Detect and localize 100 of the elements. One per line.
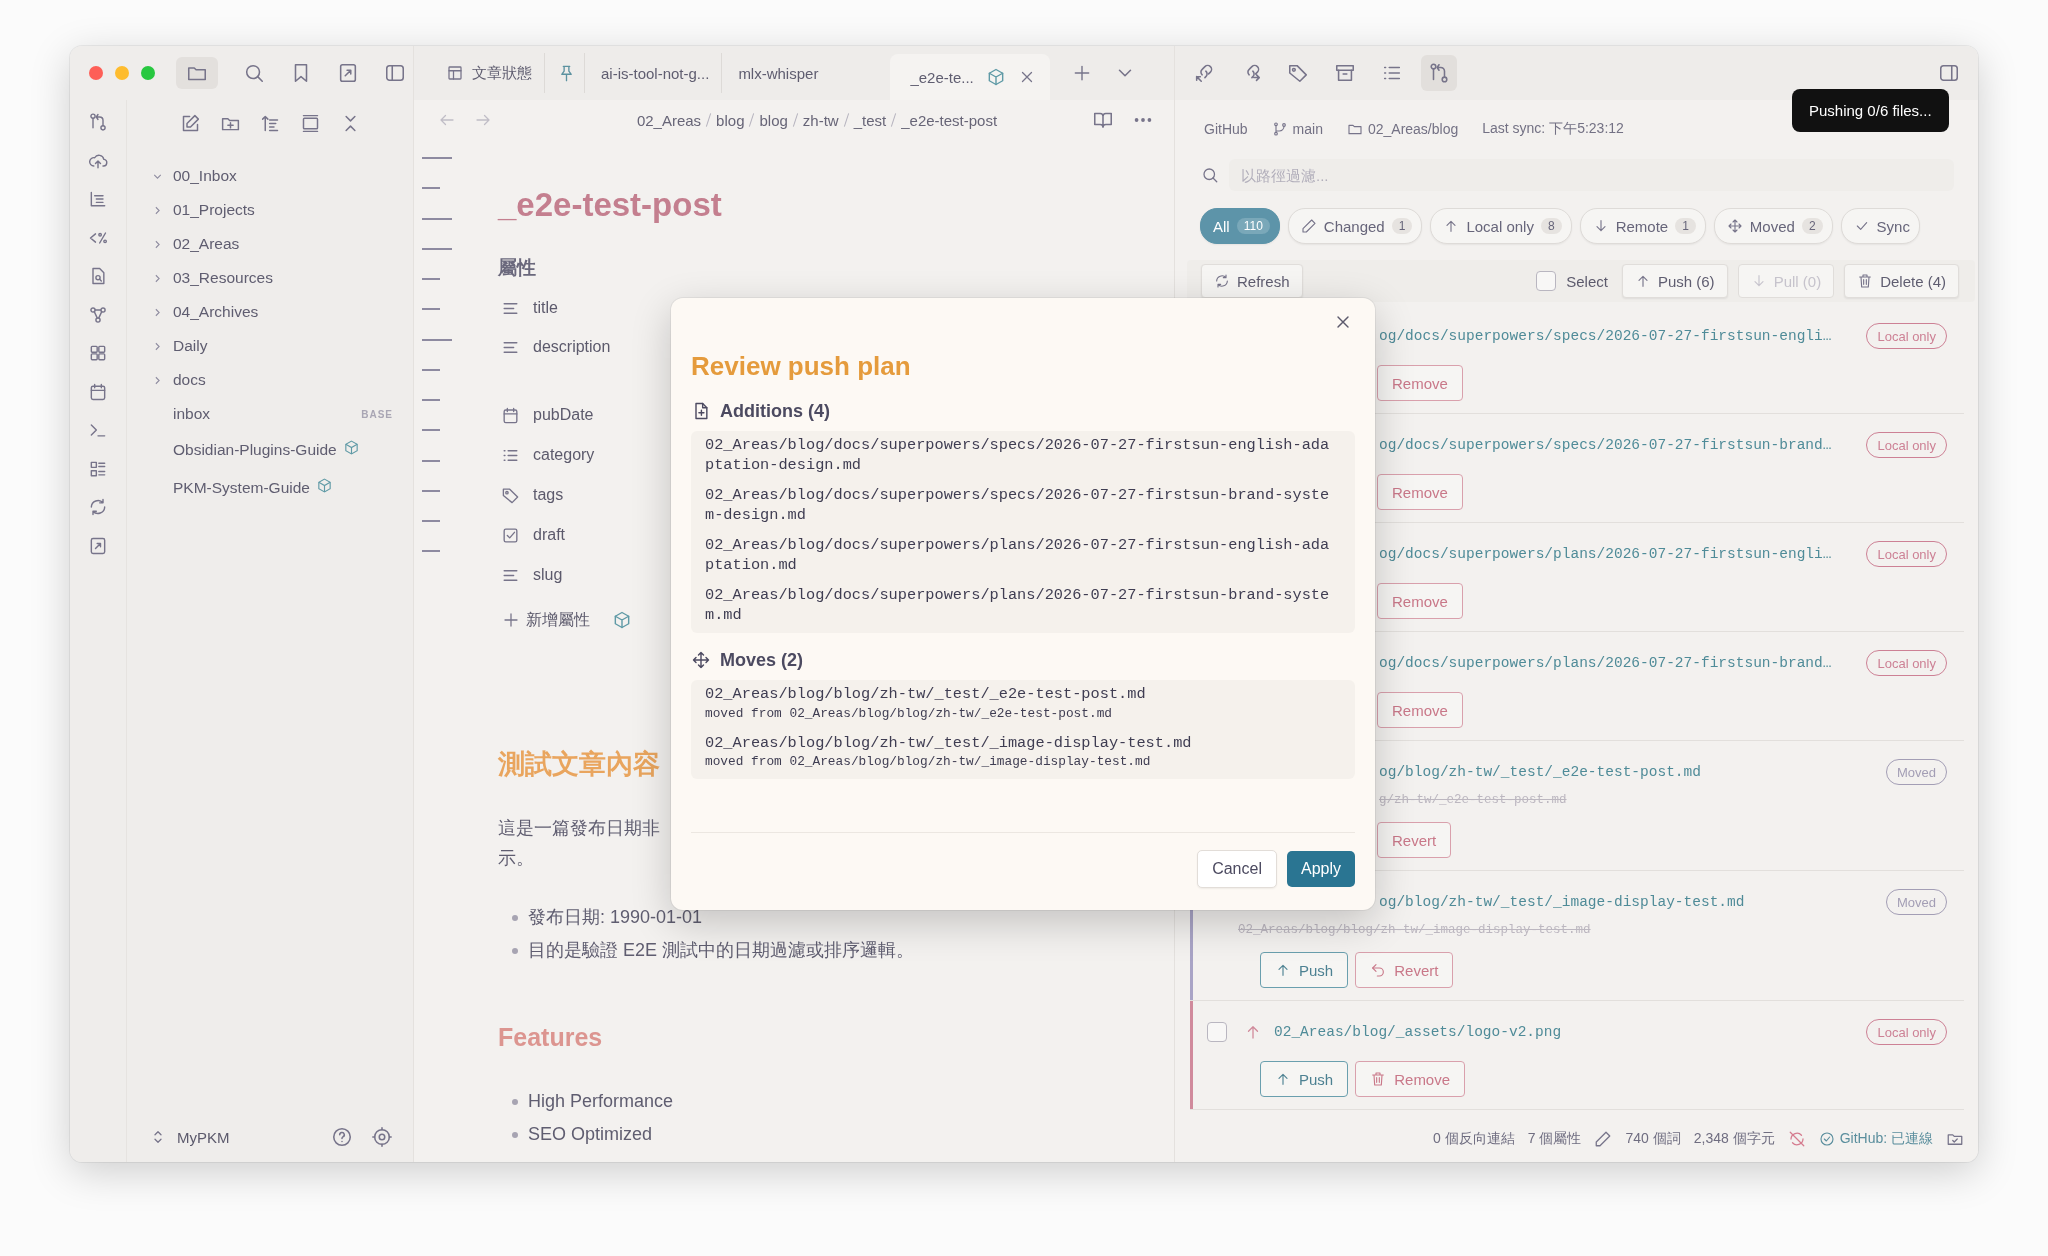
row-checkbox[interactable] (1207, 1022, 1227, 1042)
pencil-icon[interactable] (1594, 1130, 1613, 1148)
character-count: 2,348 個字元 (1693, 1130, 1775, 1148)
push-button[interactable]: Push (1260, 1061, 1349, 1097)
word-count: 740 個詞 (1625, 1130, 1681, 1148)
move-icon (1726, 218, 1743, 234)
property-name[interactable]: pubDate (533, 406, 594, 424)
search-icon[interactable] (243, 62, 265, 84)
file-path[interactable]: og/blog/zh-tw/_test/_image-display-test.md (1379, 894, 1745, 910)
close-window-button[interactable] (89, 66, 103, 80)
tree-item[interactable]: Obsidian-Plugins-Guide (173, 441, 337, 459)
breadcrumb[interactable]: blog (716, 111, 745, 129)
remove-button[interactable]: Remove (1377, 583, 1463, 619)
add-property-button[interactable]: 新增屬性 (502, 609, 590, 631)
filter-chip[interactable]: Changed 1 (1287, 208, 1423, 244)
revert-button[interactable]: Revert (1377, 822, 1452, 858)
filter-chip[interactable]: Moved 2 (1713, 208, 1833, 244)
file-path[interactable]: og/docs/superpowers/plans/2026-07-27-firstsun-engli… (1379, 546, 1832, 562)
filter-chip[interactable]: Sync (1840, 208, 1920, 244)
property-name[interactable]: description (533, 338, 611, 356)
paragraph-line: 這是一篇發布日期非 (498, 817, 660, 840)
tree-item[interactable]: 01_Projects (173, 201, 255, 219)
revert-button[interactable]: Revert (1355, 952, 1454, 988)
cancel-button[interactable]: Cancel (1197, 849, 1277, 888)
filter-chip[interactable]: All 110 (1200, 208, 1280, 244)
git-branch-icon[interactable] (88, 112, 108, 132)
file-path: 02_Areas/blog/docs/superpowers/specs/2026-07-27-firstsun-brand-system-design.md (705, 486, 1330, 525)
last-sync-time: Last sync: 下午5:23:12 (1482, 120, 1624, 138)
tab[interactable]: 文章狀態 (434, 53, 545, 93)
remove-button[interactable]: Remove (1377, 692, 1463, 728)
calendar-icon (501, 405, 520, 425)
tree-item[interactable]: 03_Resources (173, 269, 273, 287)
breadcrumb[interactable]: _e2e-test-post (901, 111, 998, 129)
remove-button[interactable]: Remove (1377, 474, 1463, 510)
apply-button[interactable]: Apply (1286, 850, 1355, 887)
tag-icon (1287, 62, 1309, 84)
tab[interactable]: mlx-whisper (726, 53, 869, 93)
file-path[interactable]: og/docs/superpowers/specs/2026-07-27-firstsun-engli… (1379, 328, 1832, 344)
sidebar-toggle-icon[interactable] (384, 62, 406, 84)
section-heading: Additions (4) (720, 400, 830, 422)
sync-off-icon[interactable] (1787, 1130, 1806, 1148)
help-icon[interactable] (331, 1126, 353, 1148)
file-path[interactable]: og/docs/superpowers/specs/2026-07-27-firstsun-brand… (1379, 437, 1832, 453)
cube-icon (342, 438, 360, 456)
new-note-icon[interactable] (180, 112, 201, 134)
sync-icon[interactable] (88, 497, 108, 517)
push-button[interactable]: Push (6) (1621, 264, 1728, 298)
move-icon (691, 650, 711, 670)
grid-icon[interactable] (88, 343, 108, 363)
moved-from-text: moved from 02_Areas/blog/blog/zh-tw/_e2e-test-post.md (705, 704, 1113, 723)
file-type-label: BASE (361, 408, 393, 420)
tree-item[interactable]: 04_Archives (173, 303, 259, 321)
file-path: 02_Areas/blog/blog/zh-tw/_test/_e2e-test-post.md (705, 685, 1147, 705)
old-file-path: g/zh-tw/_e2e-test-post.md (1378, 792, 1568, 809)
calendar-icon[interactable] (88, 381, 108, 402)
tree-item[interactable]: 02_Areas (173, 235, 240, 253)
breadcrumb[interactable]: 02_Areas (636, 111, 702, 129)
select-checkbox[interactable] (1536, 271, 1557, 291)
property-name[interactable]: tags (533, 486, 564, 504)
remove-button[interactable]: Remove (1377, 365, 1463, 401)
refresh-button[interactable]: Refresh (1201, 264, 1303, 298)
delete-button[interactable]: Delete (4) (1844, 264, 1959, 298)
tree-item[interactable]: inbox (173, 405, 211, 423)
tree-item[interactable]: docs (173, 371, 206, 389)
graph-icon[interactable] (88, 304, 108, 325)
file-path[interactable]: og/docs/superpowers/plans/2026-07-27-firstsun-brand… (1379, 655, 1832, 671)
breadcrumb[interactable]: blog (759, 111, 788, 129)
filter-chip[interactable]: Local only 8 (1430, 208, 1572, 244)
properties-heading: 屬性 (498, 256, 537, 280)
file-path: 02_Areas/blog/docs/superpowers/plans/2026-07-27-firstsun-english-adaptation.md (705, 536, 1330, 575)
property-name[interactable]: draft (533, 526, 565, 544)
github-status[interactable]: GitHub: 已連線 (1839, 1130, 1933, 1148)
select-label[interactable]: Select (1566, 272, 1608, 290)
property-name[interactable]: category (533, 446, 595, 464)
tree-item[interactable]: Daily (173, 337, 208, 355)
sidebar-toggle-icon[interactable] (1938, 62, 1960, 84)
file-path[interactable]: og/blog/zh-tw/_test/_e2e-test-post.md (1379, 764, 1701, 780)
property-name[interactable]: title (533, 299, 558, 317)
breadcrumb[interactable]: _test (853, 111, 887, 129)
files-tab-button[interactable] (176, 57, 218, 89)
remove-button[interactable]: Remove (1355, 1061, 1466, 1097)
tree-item[interactable]: PKM-System-Guide (173, 479, 310, 497)
tab[interactable]: ai-is-tool-not-g... (589, 53, 723, 93)
table-icon (446, 64, 464, 82)
pencil-icon (1300, 218, 1317, 234)
push-button[interactable]: Push (1260, 952, 1349, 988)
path-filter-field[interactable]: 以路徑過濾... (1229, 159, 1954, 191)
tree-item[interactable]: 00_Inbox (173, 167, 237, 185)
cube-icon (315, 476, 333, 494)
file-path[interactable]: 02_Areas/blog/_assets/logo-v2.png (1274, 1024, 1562, 1040)
tab[interactable]: _e2e-te... (890, 54, 1050, 100)
list-item: High Performance (528, 1090, 674, 1113)
collapse-icon[interactable] (300, 112, 321, 134)
breadcrumb[interactable]: zh-tw (802, 111, 839, 129)
filter-chip[interactable]: Remote 1 (1579, 208, 1706, 244)
git-branch-button[interactable] (1421, 55, 1457, 91)
vault-name[interactable]: MyPKM (177, 1128, 321, 1146)
outline-icon[interactable] (88, 189, 108, 209)
property-name[interactable]: slug (533, 566, 563, 584)
settings-icon[interactable] (371, 1126, 393, 1148)
